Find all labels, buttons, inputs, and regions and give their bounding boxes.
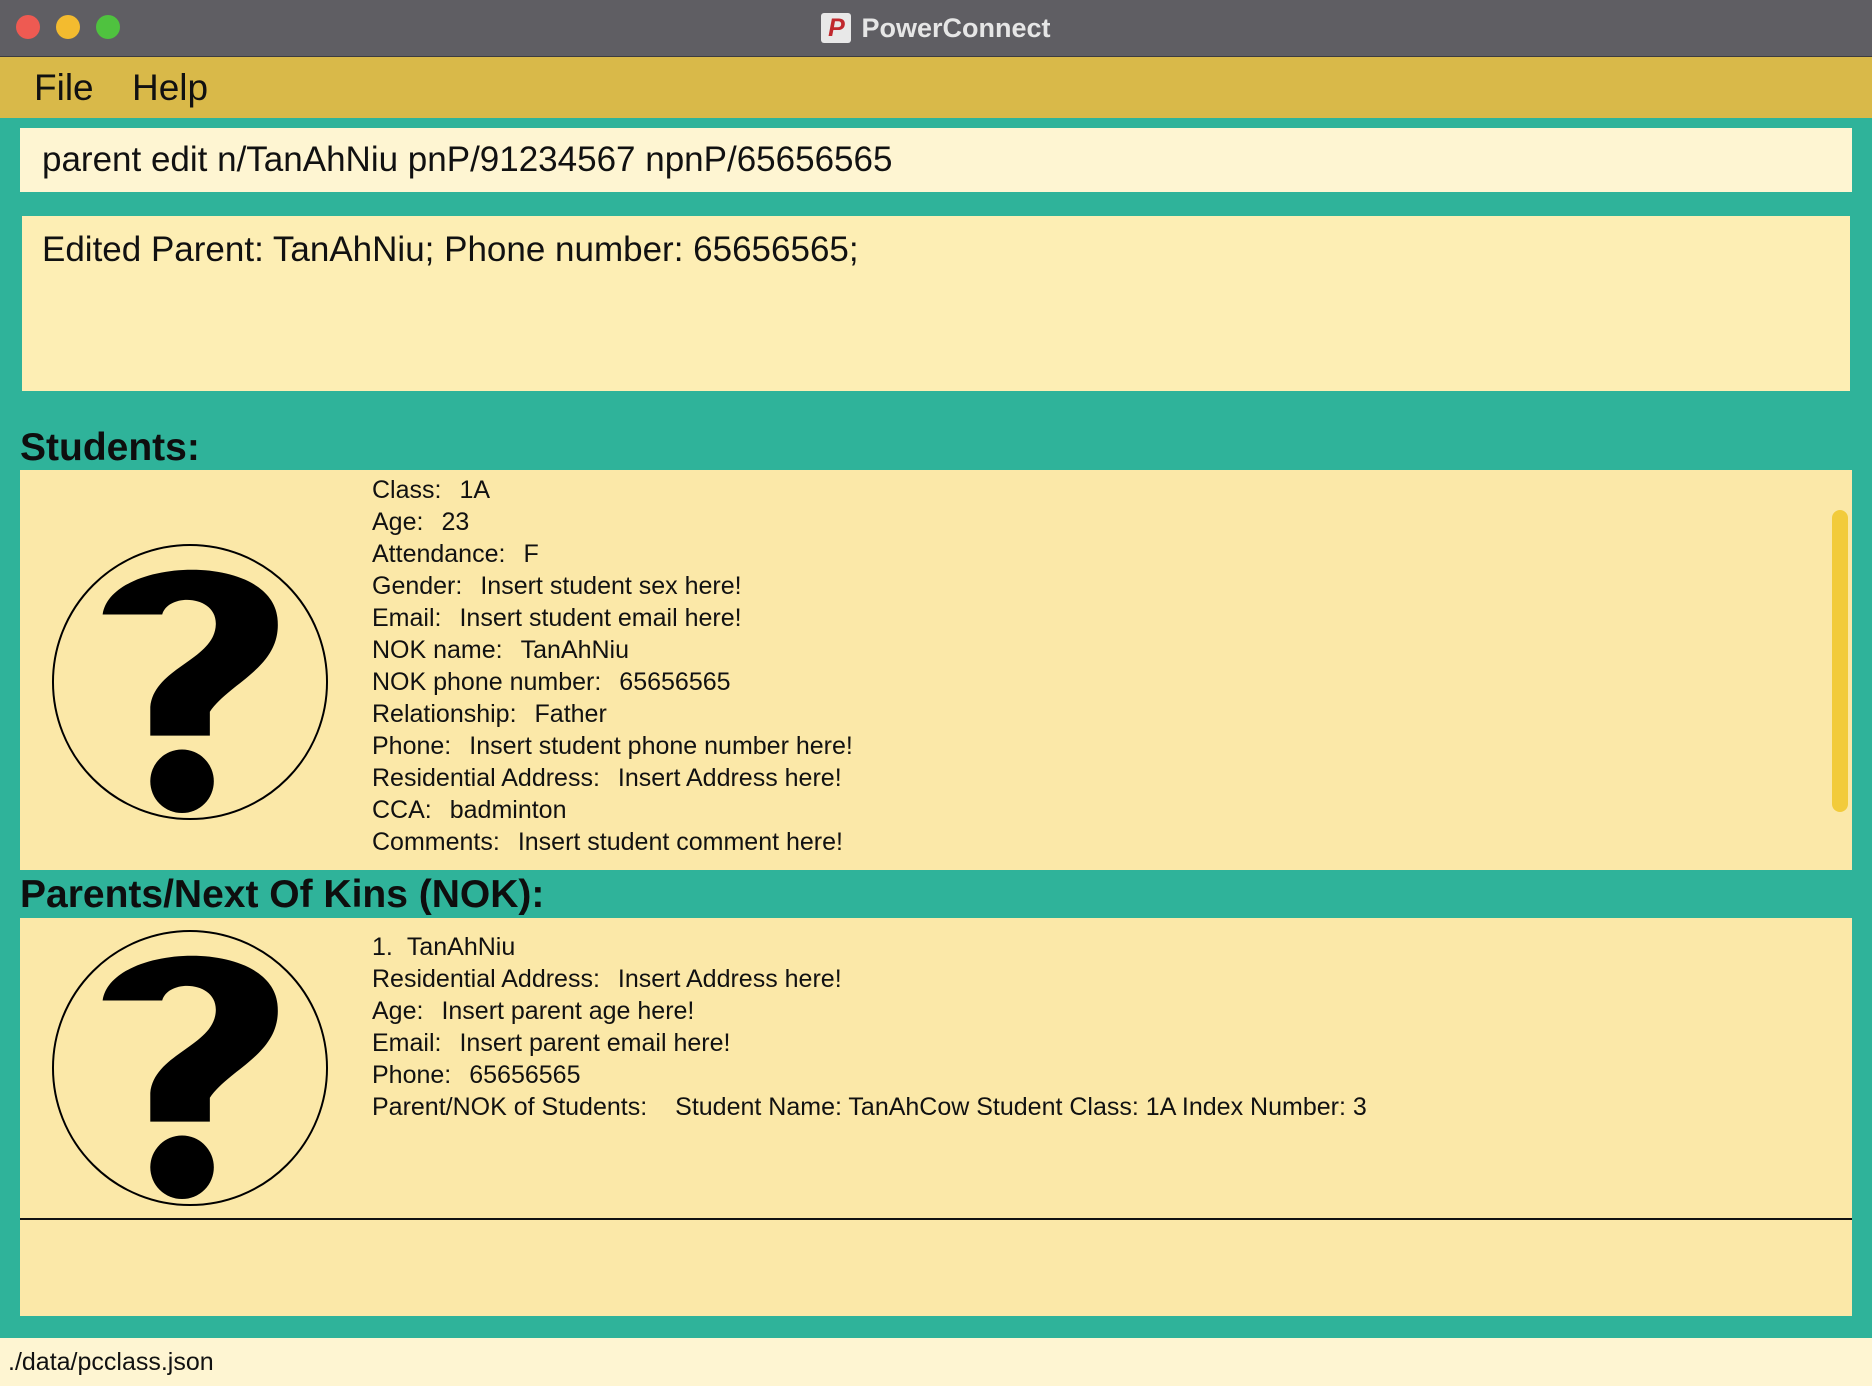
detail-label: Phone: [372,1061,452,1089]
detail-value: badminton [449,796,567,824]
parent-details: 1. TanAhNiu Residential Address: Insert Ad… [372,931,1367,1123]
detail-value: Insert student sex here! [480,572,742,600]
parent-detail-row: Email: Insert parent email here! [372,1027,1367,1059]
detail-value: Student Name: TanAhCow Student Class: 1A… [675,1093,1367,1121]
student-detail-row: Class: 1A [372,474,853,506]
student-detail-row: Phone: Insert student phone number here! [372,730,853,762]
student-detail-row: Age: 23 [372,506,853,538]
command-box [20,128,1852,192]
detail-label: Gender: [372,572,463,600]
detail-label: Class: [372,476,442,504]
parent-detail-row: Residential Address: Insert Address here! [372,963,1367,995]
parent-detail-row: Phone: 65656565 [372,1059,1367,1091]
detail-value: 1A [459,476,491,504]
detail-label: Age: [372,508,424,536]
data-file-path: ./data/pcclass.json [8,1348,214,1376]
parent-card[interactable]: 1. TanAhNiu Residential Address: Insert Ad… [20,918,1852,1220]
app-window: P PowerConnect File Help Edited Parent: … [0,0,1872,1386]
detail-value: 65656565 [619,668,731,696]
parent-list-empty-area [20,1220,1852,1316]
detail-value: Father [534,700,607,728]
detail-label: Phone: [372,732,452,760]
detail-value: Insert Address here! [617,764,842,792]
window-title-group: P PowerConnect [0,0,1872,56]
student-detail-row: Residential Address: Insert Address here! [372,762,853,794]
result-display: Edited Parent: TanAhNiu; Phone number: 6… [22,216,1850,391]
detail-label: Email: [372,604,442,632]
student-detail-row: CCA: badminton [372,794,853,826]
student-detail-row: Email: Insert student email here! [372,602,853,634]
detail-value: TanAhNiu [520,636,630,664]
menu-bar: File Help [0,57,1872,118]
detail-value: Insert parent email here! [459,1029,731,1057]
menu-file[interactable]: File [34,67,94,109]
detail-value: F [523,540,539,568]
detail-value: Insert student comment here! [517,828,843,856]
student-detail-row: Attendance: F [372,538,853,570]
detail-label: Residential Address: [372,764,600,792]
student-detail-row: Relationship: Father [372,698,853,730]
app-logo-icon: P [821,13,852,43]
parent-name: TanAhNiu [406,933,516,961]
detail-value: Insert student phone number here! [469,732,853,760]
result-text: Edited Parent: TanAhNiu; Phone number: 6… [42,230,859,269]
detail-value: 65656565 [469,1061,581,1089]
detail-label: Residential Address: [372,965,600,993]
detail-value: Insert student email here! [459,604,742,632]
student-detail-row: Gender: Insert student sex here! [372,570,853,602]
parent-detail-row: Parent/NOK of Students: Student Name: Tan… [372,1091,1367,1123]
detail-label: NOK phone number: [372,668,602,696]
student-avatar-question-icon [51,543,329,821]
detail-value: 23 [441,508,470,536]
student-detail-row: NOK phone number: 65656565 [372,666,853,698]
detail-label: CCA: [372,796,432,824]
student-detail-row: Comments: Insert student comment here! [372,826,853,858]
parent-avatar-question-icon [51,929,329,1207]
detail-value: Insert Address here! [617,965,842,993]
parent-title-row: 1. TanAhNiu [372,931,1367,963]
student-card[interactable]: Class: 1A Age: 23 Attendance: F Gender: Inse… [20,470,1852,870]
detail-label: NOK name: [372,636,503,664]
detail-value: Insert parent age here! [441,997,695,1025]
student-list-scrollbar[interactable] [1832,510,1848,812]
parents-heading: Parents/Next Of Kins (NOK): [20,873,545,916]
detail-label: Parent/NOK of Students: [372,1093,648,1121]
detail-label: Email: [372,1029,442,1057]
menu-help[interactable]: Help [132,67,208,109]
student-detail-row: NOK name: TanAhNiu [372,634,853,666]
title-bar: P PowerConnect [0,0,1872,57]
status-bar: ./data/pcclass.json [0,1338,1872,1386]
student-details: Class: 1A Age: 23 Attendance: F Gender: Inse… [372,474,853,858]
parent-detail-row: Age: Insert parent age here! [372,995,1367,1027]
detail-label: Comments: [372,828,500,856]
command-input[interactable] [20,128,1852,192]
detail-label: Age: [372,997,424,1025]
parent-index: 1. [372,933,393,961]
window-title: PowerConnect [861,12,1051,43]
detail-label: Relationship: [372,700,517,728]
detail-label: Attendance: [372,540,506,568]
students-heading: Students: [20,426,200,469]
